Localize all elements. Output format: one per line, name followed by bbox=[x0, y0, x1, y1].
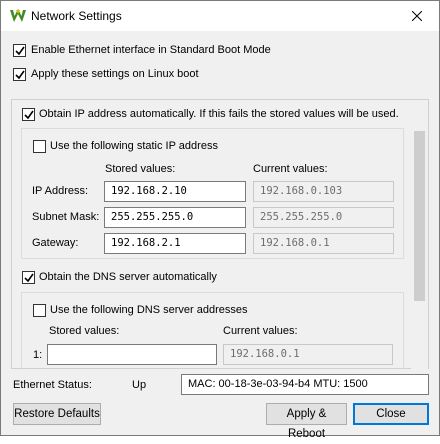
ip-address-current-field: 192.168.0.103 bbox=[253, 181, 394, 202]
enable-ethernet-checkbox[interactable] bbox=[13, 44, 26, 57]
scrollbar-thumb[interactable] bbox=[414, 131, 425, 301]
current-values-header: Current values: bbox=[253, 163, 328, 175]
apply-linux-boot-checkbox[interactable] bbox=[13, 68, 26, 81]
ethernet-status-value: Up bbox=[132, 379, 147, 391]
close-window-button[interactable] bbox=[395, 1, 439, 31]
subnet-mask-label: Subnet Mask: bbox=[32, 211, 100, 223]
dns-1-stored-input[interactable] bbox=[47, 344, 217, 365]
obtain-ip-auto-checkbox[interactable] bbox=[22, 108, 35, 121]
checkmark-icon bbox=[15, 70, 25, 80]
enable-ethernet-label: Enable Ethernet interface in Standard Bo… bbox=[31, 44, 271, 56]
window-title: Network Settings bbox=[31, 9, 122, 23]
dns-1-current-field: 192.168.0.1 bbox=[223, 344, 393, 365]
dns-stored-values-header: Stored values: bbox=[49, 325, 120, 337]
static-ip-label: Use the following static IP address bbox=[50, 140, 218, 152]
obtain-dns-auto-checkbox[interactable] bbox=[22, 271, 35, 284]
dns-manual-label: Use the following DNS server addresses bbox=[50, 304, 248, 316]
static-ip-checkbox[interactable] bbox=[33, 140, 46, 153]
ip-address-stored-input[interactable]: 192.168.2.10 bbox=[104, 181, 246, 202]
dns-current-values-header: Current values: bbox=[223, 325, 298, 337]
gateway-current-field: 192.168.0.1 bbox=[253, 233, 394, 254]
app-logo-icon bbox=[10, 9, 26, 23]
restore-defaults-button[interactable]: Restore Defaults bbox=[13, 403, 101, 425]
ip-address-label: IP Address: bbox=[32, 185, 89, 197]
title-bar: Network Settings bbox=[1, 1, 439, 31]
gateway-stored-input[interactable]: 192.168.2.1 bbox=[104, 233, 246, 254]
obtain-ip-auto-label: Obtain IP address automatically. If this… bbox=[39, 108, 399, 120]
dns-1-label: 1: bbox=[33, 349, 43, 361]
apply-reboot-button[interactable]: Apply & Reboot bbox=[266, 403, 347, 440]
dns-manual-checkbox[interactable] bbox=[33, 304, 46, 317]
close-button[interactable]: Close bbox=[353, 403, 429, 425]
checkmark-icon bbox=[24, 110, 34, 120]
subnet-mask-stored-input[interactable]: 255.255.255.0 bbox=[104, 207, 246, 228]
stored-values-header: Stored values: bbox=[105, 163, 176, 175]
mac-info-field: MAC: 00-18-3e-03-94-b4 MTU: 1500 bbox=[181, 374, 429, 395]
gateway-label: Gateway: bbox=[32, 237, 79, 249]
apply-linux-boot-label: Apply these settings on Linux boot bbox=[31, 68, 199, 80]
close-icon bbox=[412, 11, 422, 21]
network-settings-dialog: Network Settings Enable Ethernet interfa… bbox=[0, 0, 440, 440]
checkmark-icon bbox=[24, 273, 34, 283]
subnet-mask-current-field: 255.255.255.0 bbox=[253, 207, 394, 228]
checkmark-icon bbox=[15, 46, 25, 56]
ethernet-status-label: Ethernet Status: bbox=[13, 379, 92, 391]
obtain-dns-auto-label: Obtain the DNS server automatically bbox=[39, 271, 217, 283]
